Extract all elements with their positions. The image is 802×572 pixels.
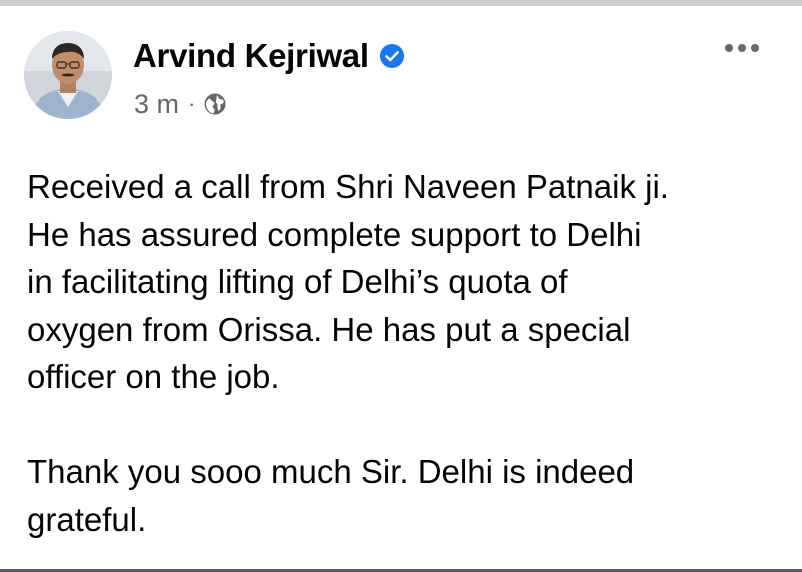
post-text: Received a call from Shri Naveen Patnaik… — [27, 163, 787, 543]
globe-icon[interactable] — [203, 92, 227, 116]
verified-badge-icon — [379, 43, 405, 69]
top-border — [0, 0, 802, 6]
profile-photo — [24, 31, 112, 119]
author-name[interactable]: Arvind Kejriwal — [133, 37, 369, 75]
post-timestamp[interactable]: 3 m — [134, 89, 179, 120]
post-paragraph: Received a call from Shri Naveen Patnaik… — [27, 168, 669, 395]
avatar[interactable] — [24, 31, 112, 119]
post-meta: 3 m · — [134, 88, 227, 120]
author-row: Arvind Kejriwal — [133, 36, 405, 76]
meta-separator: · — [188, 91, 196, 116]
more-options-button[interactable] — [718, 36, 766, 60]
more-options-icon — [725, 44, 759, 52]
post-paragraph: Thank you sooo much Sir. Delhi is indeed… — [27, 453, 635, 538]
